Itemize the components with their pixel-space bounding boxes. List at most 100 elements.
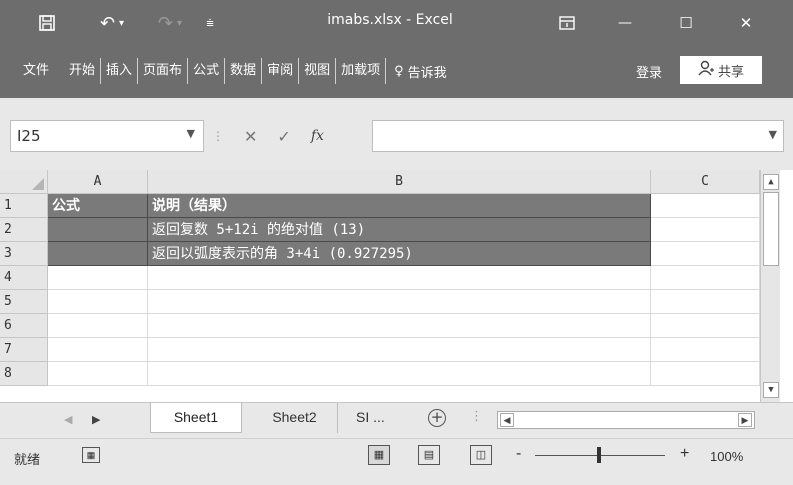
add-sheet-button[interactable]: + <box>428 409 446 427</box>
zoom-level[interactable]: 100% <box>710 449 743 464</box>
cell-a5[interactable] <box>48 290 148 314</box>
cell-b8[interactable] <box>148 362 651 386</box>
cell-c3[interactable] <box>651 242 760 266</box>
login-link[interactable]: 登录 <box>636 62 662 81</box>
column-header-b[interactable]: B <box>148 170 651 194</box>
cancel-icon[interactable]: ✕ <box>244 127 257 146</box>
column-header-c[interactable]: C <box>651 170 760 194</box>
cell-a8[interactable] <box>48 362 148 386</box>
vertical-scroll-thumb[interactable] <box>763 192 779 266</box>
normal-view-button[interactable]: ▦ <box>368 445 390 465</box>
cell-c7[interactable] <box>651 338 760 362</box>
horizontal-scrollbar[interactable]: ◀ ▶ <box>497 411 755 429</box>
name-box[interactable]: I25 ▼ <box>10 120 204 152</box>
tab-view[interactable]: 视图 <box>298 58 335 84</box>
tab-data[interactable]: 数据 <box>224 58 261 84</box>
insert-function-icon[interactable]: fx <box>311 128 324 144</box>
ribbon: 文件 开始 插入 页面布 公式 数据 审阅 视图 加载项 ♀ 告诉我 登录 共享 <box>0 48 793 98</box>
row-header[interactable]: 8 <box>0 362 48 386</box>
zoom-slider-handle[interactable] <box>597 447 601 463</box>
macro-record-icon[interactable]: ▦ <box>82 447 100 463</box>
row-header[interactable]: 5 <box>0 290 48 314</box>
sheet-tab-sheet1[interactable]: Sheet1 <box>150 403 242 433</box>
scroll-up-icon[interactable]: ▲ <box>763 174 779 190</box>
ribbon-display-options-icon[interactable] <box>556 10 578 36</box>
vertical-scrollbar[interactable]: ▲ ▼ <box>760 170 780 402</box>
status-ready: 就绪 <box>14 452 41 467</box>
sheet-tab-bar: ◀ ▶ Sheet1 Sheet2 SI ... + ⋮ ◀ ▶ <box>0 402 793 438</box>
cell-b5[interactable] <box>148 290 651 314</box>
tab-formulas[interactable]: 公式 <box>187 58 224 84</box>
row-header[interactable]: 3 <box>0 242 48 266</box>
cell-a1[interactable]: 公式 <box>48 194 148 218</box>
enter-icon[interactable]: ✓ <box>277 127 290 146</box>
tab-page-layout[interactable]: 页面布 <box>137 58 187 84</box>
close-button[interactable]: ✕ <box>735 10 757 36</box>
scroll-left-icon[interactable]: ◀ <box>500 413 514 427</box>
window-title: imabs.xlsx - Excel <box>327 12 453 28</box>
tab-addins[interactable]: 加载项 <box>335 58 387 84</box>
tab-split-handle[interactable]: ⋮ <box>470 409 483 424</box>
select-all-corner[interactable] <box>0 170 48 194</box>
lightbulb-icon: ♀ <box>394 63 404 79</box>
status-bar: 就绪 ▦ ▦ ▤ ◫ - + 100% <box>0 438 793 485</box>
cell-c1[interactable] <box>651 194 760 218</box>
row-header[interactable]: 6 <box>0 314 48 338</box>
scroll-right-icon[interactable]: ▶ <box>738 413 752 427</box>
cell-b3[interactable]: 返回以弧度表示的角 3+4i (0.927295) <box>148 242 651 266</box>
tell-me-label: 告诉我 <box>407 65 447 81</box>
cell-a4[interactable] <box>48 266 148 290</box>
cell-c8[interactable] <box>651 362 760 386</box>
scroll-down-icon[interactable]: ▼ <box>763 382 779 398</box>
share-button[interactable]: 共享 <box>680 56 762 84</box>
row-header[interactable]: 2 <box>0 218 48 242</box>
row-header[interactable]: 7 <box>0 338 48 362</box>
formula-bar: I25 ▼ ⋮ ✕ ✓ fx ▼ <box>0 98 793 170</box>
cell-c5[interactable] <box>651 290 760 314</box>
page-layout-view-button[interactable]: ▤ <box>418 445 440 465</box>
tab-home[interactable]: 开始 <box>64 58 100 84</box>
zoom-in-button[interactable]: + <box>680 445 689 463</box>
tab-insert[interactable]: 插入 <box>100 58 137 84</box>
column-header-a[interactable]: A <box>48 170 148 194</box>
cell-b6[interactable] <box>148 314 651 338</box>
cell-a7[interactable] <box>48 338 148 362</box>
cell-a3[interactable] <box>48 242 148 266</box>
sheet-tab-more[interactable]: SI ... <box>346 403 410 433</box>
zoom-out-button[interactable]: - <box>516 445 521 463</box>
row-header[interactable]: 4 <box>0 266 48 290</box>
ribbon-tabs: 文件 开始 插入 页面布 公式 数据 审阅 视图 加载项 ♀ 告诉我 <box>18 58 447 84</box>
cell-b1[interactable]: 说明（结果） <box>148 194 651 218</box>
cell-c2[interactable] <box>651 218 760 242</box>
formula-buttons: ⋮ ✕ ✓ fx <box>212 120 324 152</box>
cell-b4[interactable] <box>148 266 651 290</box>
sheet-tab-sheet2[interactable]: Sheet2 <box>252 403 338 433</box>
tab-file[interactable]: 文件 <box>18 58 54 84</box>
customize-toolbar-icon[interactable]: ⩧ <box>200 10 220 36</box>
more-dots-icon: ⋮ <box>212 129 224 143</box>
page-break-view-button[interactable]: ◫ <box>470 445 492 465</box>
tab-review[interactable]: 审阅 <box>261 58 298 84</box>
worksheet-grid: A B C 1 公式 说明（结果） 2 返回复数 5+12i 的绝对值 (13)… <box>0 170 793 402</box>
cell-c6[interactable] <box>651 314 760 338</box>
next-sheet-icon[interactable]: ▶ <box>92 413 100 426</box>
prev-sheet-icon[interactable]: ◀ <box>64 413 72 426</box>
undo-icon[interactable]: ↶ ▾ <box>92 10 132 36</box>
formula-input[interactable]: ▼ <box>372 120 784 152</box>
name-box-value: I25 <box>17 127 41 145</box>
share-label: 共享 <box>717 64 744 80</box>
cell-a2[interactable] <box>48 218 148 242</box>
row-header[interactable]: 1 <box>0 194 48 218</box>
person-icon <box>698 60 714 80</box>
expand-formula-icon[interactable]: ▼ <box>769 128 777 141</box>
tell-me-box[interactable]: ♀ 告诉我 <box>394 62 447 81</box>
chevron-down-icon[interactable]: ▼ <box>187 127 195 140</box>
maximize-button[interactable]: ☐ <box>675 10 697 36</box>
minimize-button[interactable]: — <box>614 10 636 36</box>
redo-icon[interactable]: ↷ ▾ <box>150 10 190 36</box>
cell-b2[interactable]: 返回复数 5+12i 的绝对值 (13) <box>148 218 651 242</box>
save-icon[interactable] <box>34 10 60 36</box>
cell-c4[interactable] <box>651 266 760 290</box>
cell-b7[interactable] <box>148 338 651 362</box>
cell-a6[interactable] <box>48 314 148 338</box>
